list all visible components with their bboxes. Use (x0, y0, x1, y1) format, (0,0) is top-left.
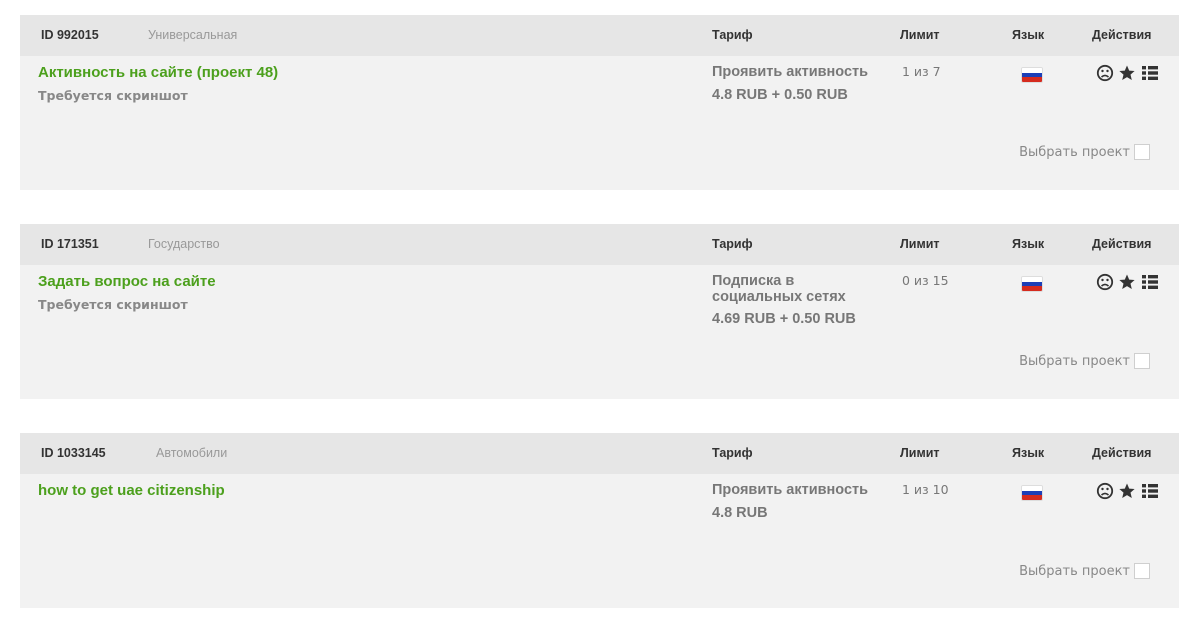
select-project-label: Выбрать проект (1019, 563, 1130, 579)
tariff-price: 4.8 RUB + 0.50 RUB (712, 87, 848, 103)
actions-header: Действия (1092, 237, 1152, 251)
project-title-link[interactable]: Активность на сайте (проект 48) (38, 64, 278, 81)
sad-face-icon[interactable] (1096, 273, 1114, 291)
project-category: Автомобили (156, 446, 228, 460)
tariff-header: Тариф (712, 237, 753, 251)
select-project[interactable]: Выбрать проект (1019, 144, 1150, 160)
list-icon[interactable] (1141, 64, 1159, 82)
actions-header: Действия (1092, 446, 1152, 460)
project-category: Государство (148, 237, 220, 251)
select-project-label: Выбрать проект (1019, 144, 1130, 160)
tariff-price: 4.69 RUB + 0.50 RUB (712, 311, 856, 327)
limit-value: 0 из 15 (902, 273, 949, 288)
card-header: ID 1033145 Автомобили Тариф Лимит Язык Д… (20, 433, 1179, 474)
screenshot-required-note: Требуется скриншот (38, 297, 188, 312)
language-header: Язык (1012, 446, 1045, 460)
select-project-label: Выбрать проект (1019, 353, 1130, 369)
limit-header: Лимит (900, 237, 940, 251)
tariff-name: Проявить активность (712, 64, 869, 80)
card-header: ID 992015 Универсальная Тариф Лимит Язык… (20, 15, 1179, 56)
star-icon[interactable] (1118, 482, 1136, 500)
list-icon[interactable] (1141, 482, 1159, 500)
limit-header: Лимит (900, 28, 940, 42)
limit-header: Лимит (900, 446, 940, 460)
russia-flag-icon (1022, 277, 1042, 291)
select-project-checkbox[interactable] (1134, 144, 1150, 160)
russia-flag-icon (1022, 68, 1042, 82)
star-icon[interactable] (1118, 64, 1136, 82)
project-title-link[interactable]: Задать вопрос на сайте (38, 273, 216, 290)
tariff-price: 4.8 RUB (712, 505, 768, 521)
project-card: ID 1033145 Автомобили Тариф Лимит Язык Д… (20, 433, 1179, 608)
tariff-header: Тариф (712, 28, 753, 42)
sad-face-icon[interactable] (1096, 482, 1114, 500)
card-header: ID 171351 Государство Тариф Лимит Язык Д… (20, 224, 1179, 265)
limit-value: 1 из 10 (902, 482, 949, 497)
russia-flag-icon (1022, 486, 1042, 500)
language-header: Язык (1012, 28, 1045, 42)
project-card: ID 171351 Государство Тариф Лимит Язык Д… (20, 224, 1179, 399)
select-project[interactable]: Выбрать проект (1019, 353, 1150, 369)
tariff-name: Подписка в социальных сетях (712, 273, 846, 305)
project-id: ID 1033145 (41, 446, 106, 460)
list-icon[interactable] (1141, 273, 1159, 291)
language-header: Язык (1012, 237, 1045, 251)
tariff-name: Проявить активность (712, 482, 869, 498)
select-project[interactable]: Выбрать проект (1019, 563, 1150, 579)
project-category: Универсальная (148, 28, 238, 42)
actions-header: Действия (1092, 28, 1152, 42)
project-id: ID 171351 (41, 237, 99, 251)
sad-face-icon[interactable] (1096, 64, 1114, 82)
project-card: ID 992015 Универсальная Тариф Лимит Язык… (20, 15, 1179, 190)
project-title-link[interactable]: how to get uae citizenship (38, 482, 225, 499)
project-id: ID 992015 (41, 28, 99, 42)
limit-value: 1 из 7 (902, 64, 941, 79)
tariff-header: Тариф (712, 446, 753, 460)
star-icon[interactable] (1118, 273, 1136, 291)
screenshot-required-note: Требуется скриншот (38, 88, 188, 103)
select-project-checkbox[interactable] (1134, 563, 1150, 579)
select-project-checkbox[interactable] (1134, 353, 1150, 369)
